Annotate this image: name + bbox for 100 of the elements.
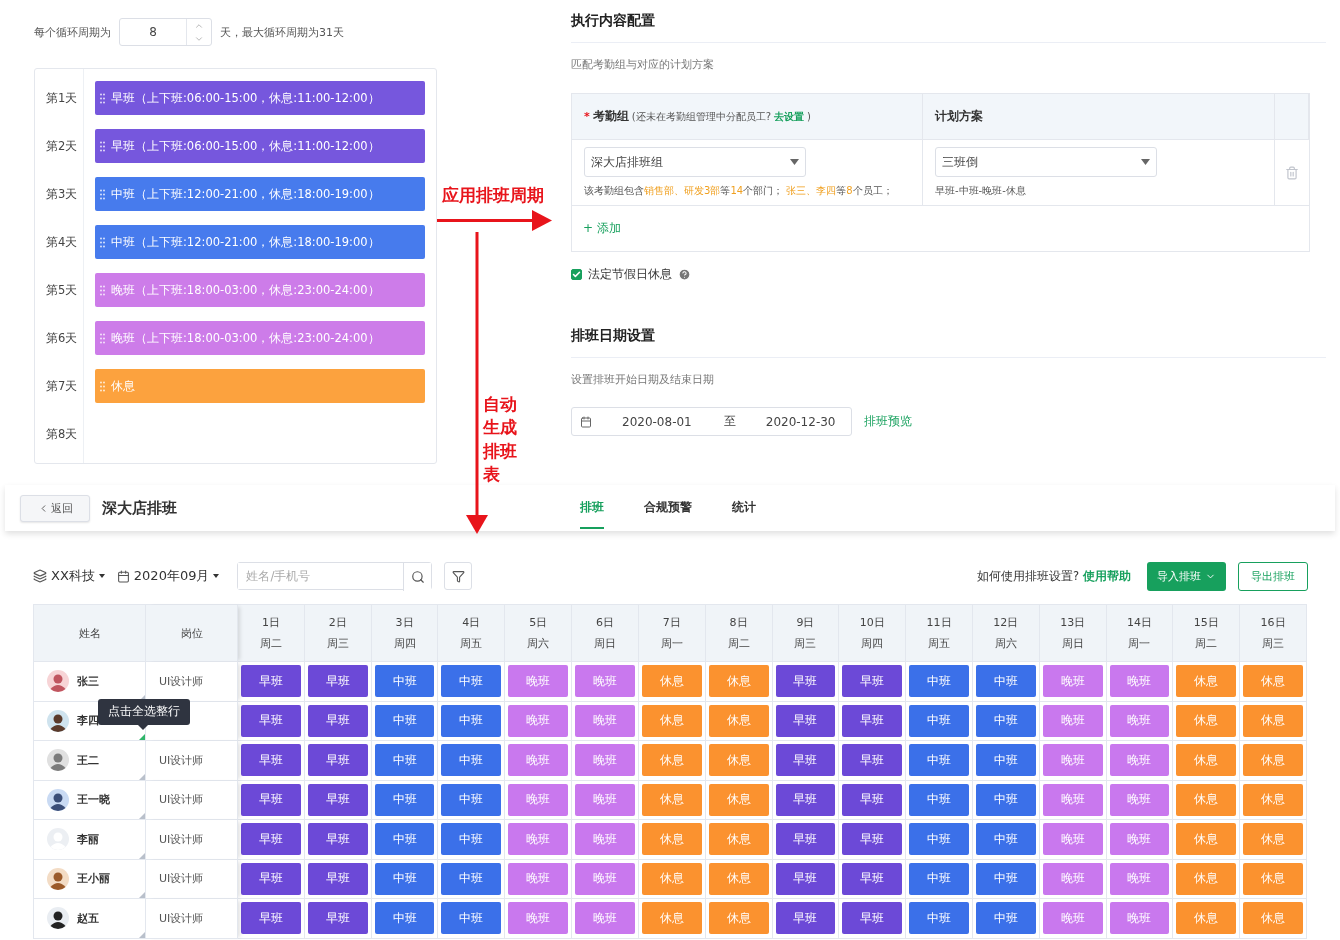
shift-bar[interactable]: 休息 [95, 369, 425, 403]
shift-chip[interactable]: 中班 [374, 744, 435, 777]
shift-chip[interactable]: 休息 [1243, 902, 1303, 935]
shift-chip[interactable]: 晚班 [1109, 823, 1170, 856]
shift-chip[interactable]: 晚班 [508, 783, 569, 816]
shift-chip[interactable]: 中班 [441, 783, 502, 816]
shift-chip[interactable]: 晚班 [508, 862, 569, 895]
shift-chip[interactable]: 休息 [641, 783, 702, 816]
shift-chip[interactable]: 晚班 [1109, 902, 1170, 935]
shift-chip[interactable]: 早班 [307, 823, 368, 856]
shift-chip[interactable]: 晚班 [1042, 783, 1103, 816]
shift-chip[interactable]: 晚班 [508, 902, 569, 935]
shift-chip[interactable]: 休息 [708, 665, 769, 698]
filter-button[interactable] [444, 562, 473, 590]
shift-chip[interactable]: 休息 [708, 783, 769, 816]
shift-chip[interactable]: 晚班 [575, 862, 635, 895]
shift-chip[interactable]: 晚班 [575, 744, 635, 777]
shift-chip[interactable]: 晚班 [1042, 704, 1103, 737]
shift-chip[interactable]: 休息 [641, 665, 702, 698]
group-select[interactable]: 深大店排班组 [584, 147, 806, 177]
shift-chip[interactable]: 休息 [1243, 862, 1303, 895]
help-icon[interactable] [678, 268, 691, 281]
shift-chip[interactable]: 晚班 [1042, 665, 1103, 698]
shift-chip[interactable]: 休息 [1243, 665, 1303, 698]
shift-chip[interactable]: 中班 [975, 744, 1036, 777]
shift-chip[interactable]: 晚班 [508, 823, 569, 856]
help-link[interactable]: 使用帮助 [1083, 568, 1131, 584]
plan-select[interactable]: 三班倒 [935, 147, 1157, 177]
shift-chip[interactable]: 晚班 [508, 744, 569, 777]
shift-chip[interactable]: 中班 [909, 862, 969, 895]
shift-chip[interactable]: 中班 [909, 704, 969, 737]
shift-chip[interactable]: 休息 [1176, 823, 1237, 856]
shift-chip[interactable]: 晚班 [1109, 744, 1170, 777]
shift-chip[interactable]: 休息 [641, 744, 702, 777]
shift-chip[interactable]: 早班 [241, 862, 301, 895]
delete-icon[interactable] [1285, 165, 1299, 180]
shift-chip[interactable]: 早班 [775, 902, 836, 935]
shift-chip[interactable]: 中班 [975, 665, 1036, 698]
shift-chip[interactable]: 早班 [842, 704, 903, 737]
shift-chip[interactable]: 休息 [641, 823, 702, 856]
shift-chip[interactable]: 晚班 [575, 665, 635, 698]
shift-chip[interactable]: 早班 [241, 902, 301, 935]
shift-chip[interactable]: 早班 [842, 744, 903, 777]
shift-chip[interactable]: 中班 [909, 744, 969, 777]
shift-chip[interactable]: 早班 [842, 862, 903, 895]
shift-chip[interactable]: 中班 [374, 862, 435, 895]
shift-chip[interactable]: 早班 [307, 783, 368, 816]
shift-chip[interactable]: 早班 [842, 783, 903, 816]
shift-chip[interactable]: 早班 [241, 704, 301, 737]
shift-chip[interactable]: 中班 [909, 823, 969, 856]
shift-bar[interactable]: 中班（上下班:12:00-21:00，休息:18:00-19:00） [95, 225, 425, 259]
shift-chip[interactable]: 晚班 [575, 783, 635, 816]
shift-chip[interactable]: 早班 [307, 902, 368, 935]
shift-chip[interactable]: 中班 [441, 823, 502, 856]
shift-chip[interactable]: 休息 [1243, 704, 1303, 737]
shift-chip[interactable]: 晚班 [1109, 704, 1170, 737]
shift-chip[interactable]: 休息 [708, 823, 769, 856]
shift-chip[interactable]: 晚班 [508, 665, 569, 698]
shift-chip[interactable]: 早班 [241, 783, 301, 816]
date-range-field[interactable]: 2020-08-01 至 2020-12-30 [571, 407, 852, 436]
shift-chip[interactable]: 休息 [641, 902, 702, 935]
shift-chip[interactable]: 晚班 [1109, 862, 1170, 895]
shift-chip[interactable]: 中班 [441, 902, 502, 935]
shift-chip[interactable]: 晚班 [1109, 783, 1170, 816]
shift-chip[interactable]: 早班 [775, 783, 836, 816]
shift-chip[interactable]: 中班 [975, 823, 1036, 856]
shift-chip[interactable]: 早班 [775, 862, 836, 895]
search-button[interactable] [403, 563, 432, 591]
settings-link[interactable]: 去设置 [774, 110, 804, 124]
shift-bar[interactable]: 晚班（上下班:18:00-03:00，休息:23:00-24:00） [95, 321, 425, 355]
shift-chip[interactable]: 早班 [842, 902, 903, 935]
shift-chip[interactable]: 中班 [975, 704, 1036, 737]
shift-chip[interactable]: 早班 [241, 665, 301, 698]
shift-chip[interactable]: 晚班 [508, 704, 569, 737]
cycle-stepper[interactable]: 8 [119, 18, 212, 46]
shift-bar[interactable]: 中班（上下班:12:00-21:00，休息:18:00-19:00） [95, 177, 425, 211]
shift-chip[interactable]: 中班 [975, 902, 1036, 935]
shift-chip[interactable]: 早班 [842, 823, 903, 856]
shift-chip[interactable]: 休息 [1243, 744, 1303, 777]
tab[interactable]: 合规预警 [644, 485, 692, 531]
shift-chip[interactable]: 晚班 [1109, 665, 1170, 698]
shift-chip[interactable]: 休息 [708, 744, 769, 777]
shift-chip[interactable]: 休息 [1176, 665, 1237, 698]
shift-chip[interactable]: 晚班 [575, 902, 635, 935]
preview-link[interactable]: 排班预览 [864, 413, 912, 430]
month-dropdown[interactable]: 2020年09月 [116, 567, 220, 585]
shift-chip[interactable]: 休息 [1176, 783, 1237, 816]
shift-chip[interactable]: 中班 [374, 823, 435, 856]
shift-chip[interactable]: 早班 [842, 665, 903, 698]
shift-chip[interactable]: 休息 [641, 862, 702, 895]
shift-chip[interactable]: 早班 [307, 744, 368, 777]
shift-chip[interactable]: 早班 [775, 744, 836, 777]
shift-chip[interactable]: 中班 [374, 902, 435, 935]
shift-chip[interactable]: 中班 [374, 783, 435, 816]
shift-chip[interactable]: 休息 [1176, 902, 1237, 935]
shift-chip[interactable]: 早班 [775, 704, 836, 737]
shift-chip[interactable]: 晚班 [575, 704, 635, 737]
shift-chip[interactable]: 中班 [374, 665, 435, 698]
shift-chip[interactable]: 早班 [241, 823, 301, 856]
shift-chip[interactable]: 休息 [1176, 862, 1237, 895]
